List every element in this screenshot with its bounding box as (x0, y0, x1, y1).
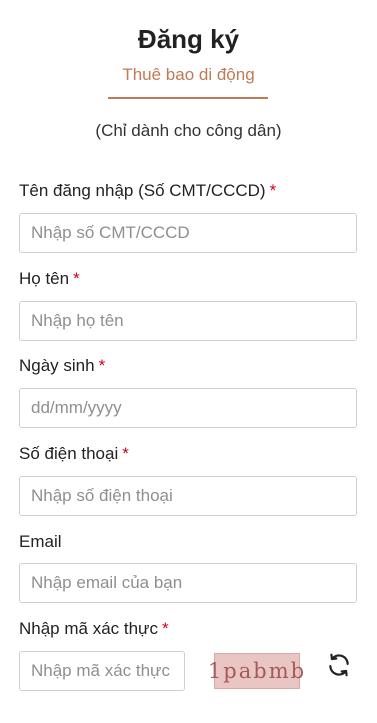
phone-label-text: Số điện thoại (19, 444, 119, 463)
email-input[interactable] (19, 563, 357, 603)
fullname-label: Họ tên * (19, 269, 80, 289)
birthday-input[interactable] (19, 388, 357, 428)
captcha-label-text: Nhập mã xác thực (19, 619, 158, 638)
phone-input[interactable] (19, 476, 357, 516)
birthday-label-text: Ngày sinh (19, 356, 95, 375)
tab-mobile-subscriber[interactable]: Thuê bao di động (0, 65, 377, 85)
subtitle: (Chỉ dành cho công dân) (95, 121, 282, 140)
required-mark: * (269, 181, 277, 200)
email-label-text: Email (19, 532, 62, 551)
page-title: Đăng ký (137, 24, 240, 54)
fullname-label-text: Họ tên (19, 269, 70, 288)
required-mark: * (122, 444, 129, 463)
fullname-input[interactable] (19, 301, 357, 341)
captcha-image: 1pabmb (208, 653, 304, 689)
required-mark: * (98, 356, 106, 375)
username-label: Tên đăng nhập (Số CMT/CCCD) * (19, 181, 276, 201)
phone-label: Số điện thoại * (19, 444, 129, 464)
required-mark: * (73, 269, 80, 288)
refresh-icon[interactable] (326, 652, 352, 678)
captcha-input[interactable] (19, 651, 185, 691)
required-mark: * (161, 619, 169, 638)
tab-underline (108, 97, 268, 99)
username-input[interactable] (19, 213, 357, 253)
birthday-label: Ngày sinh * (19, 356, 105, 376)
email-label: Email (19, 532, 62, 552)
captcha-label: Nhập mã xác thực * (19, 619, 169, 639)
username-label-text: Tên đăng nhập (Số CMT/CCCD) (19, 181, 266, 200)
